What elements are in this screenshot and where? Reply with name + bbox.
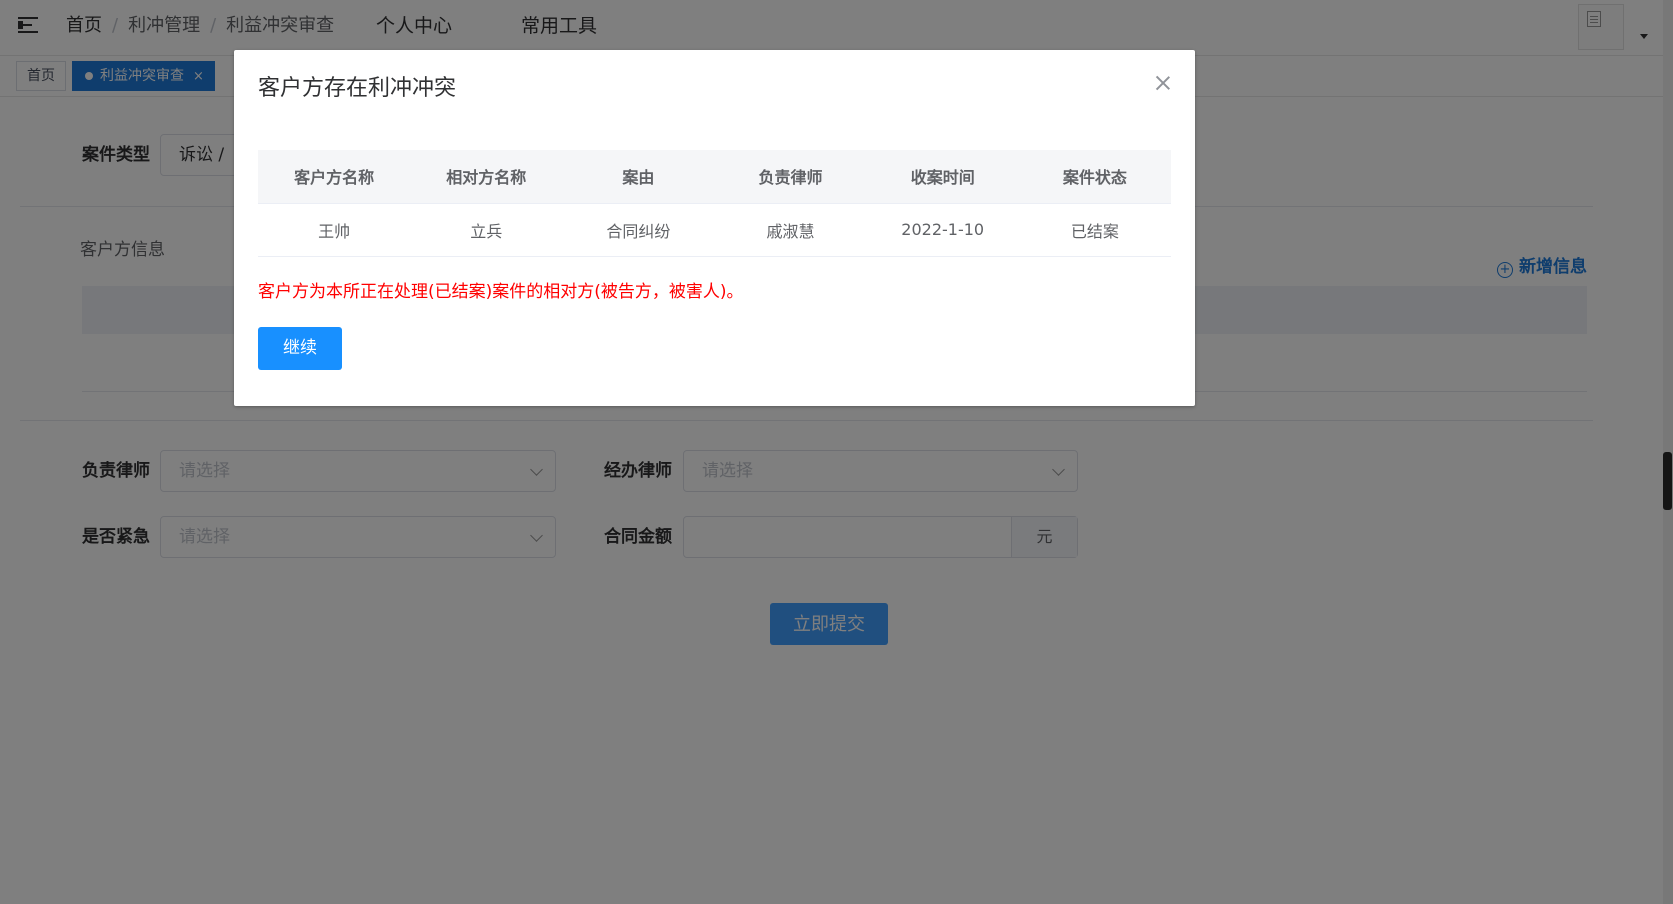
conflict-dialog: 客户方存在利冲冲突 客户方名称 相对方名称 案由 负责律师 收案时间 案件状态 … xyxy=(234,50,1195,406)
col-case-status: 案件状态 xyxy=(1018,150,1171,204)
cell-cause: 合同纠纷 xyxy=(562,203,715,257)
cell-client-name: 王帅 xyxy=(258,203,411,257)
cell-opposing-name: 立兵 xyxy=(410,203,563,257)
cell-intake-date: 2022-1-10 xyxy=(866,203,1019,257)
table-row: 王帅 立兵 合同纠纷 戚淑慧 2022-1-10 已结案 xyxy=(258,203,1171,257)
close-icon[interactable] xyxy=(1154,74,1172,92)
cell-lead-lawyer: 戚淑慧 xyxy=(714,203,867,257)
table-header-row: 客户方名称 相对方名称 案由 负责律师 收案时间 案件状态 xyxy=(258,150,1171,204)
col-opposing-name: 相对方名称 xyxy=(410,150,563,204)
conflict-table: 客户方名称 相对方名称 案由 负责律师 收案时间 案件状态 王帅 立兵 合同纠纷… xyxy=(258,150,1171,257)
cell-case-status: 已结案 xyxy=(1018,203,1171,257)
col-cause: 案由 xyxy=(562,150,715,204)
col-intake-date: 收案时间 xyxy=(866,150,1019,204)
col-lead-lawyer: 负责律师 xyxy=(714,150,867,204)
col-client-name: 客户方名称 xyxy=(258,150,411,204)
continue-button[interactable]: 继续 xyxy=(258,327,342,370)
dialog-title: 客户方存在利冲冲突 xyxy=(258,76,457,101)
conflict-warning: 客户方为本所正在处理(已结案)案件的相对方(被告方，被害人)。 xyxy=(258,282,744,302)
